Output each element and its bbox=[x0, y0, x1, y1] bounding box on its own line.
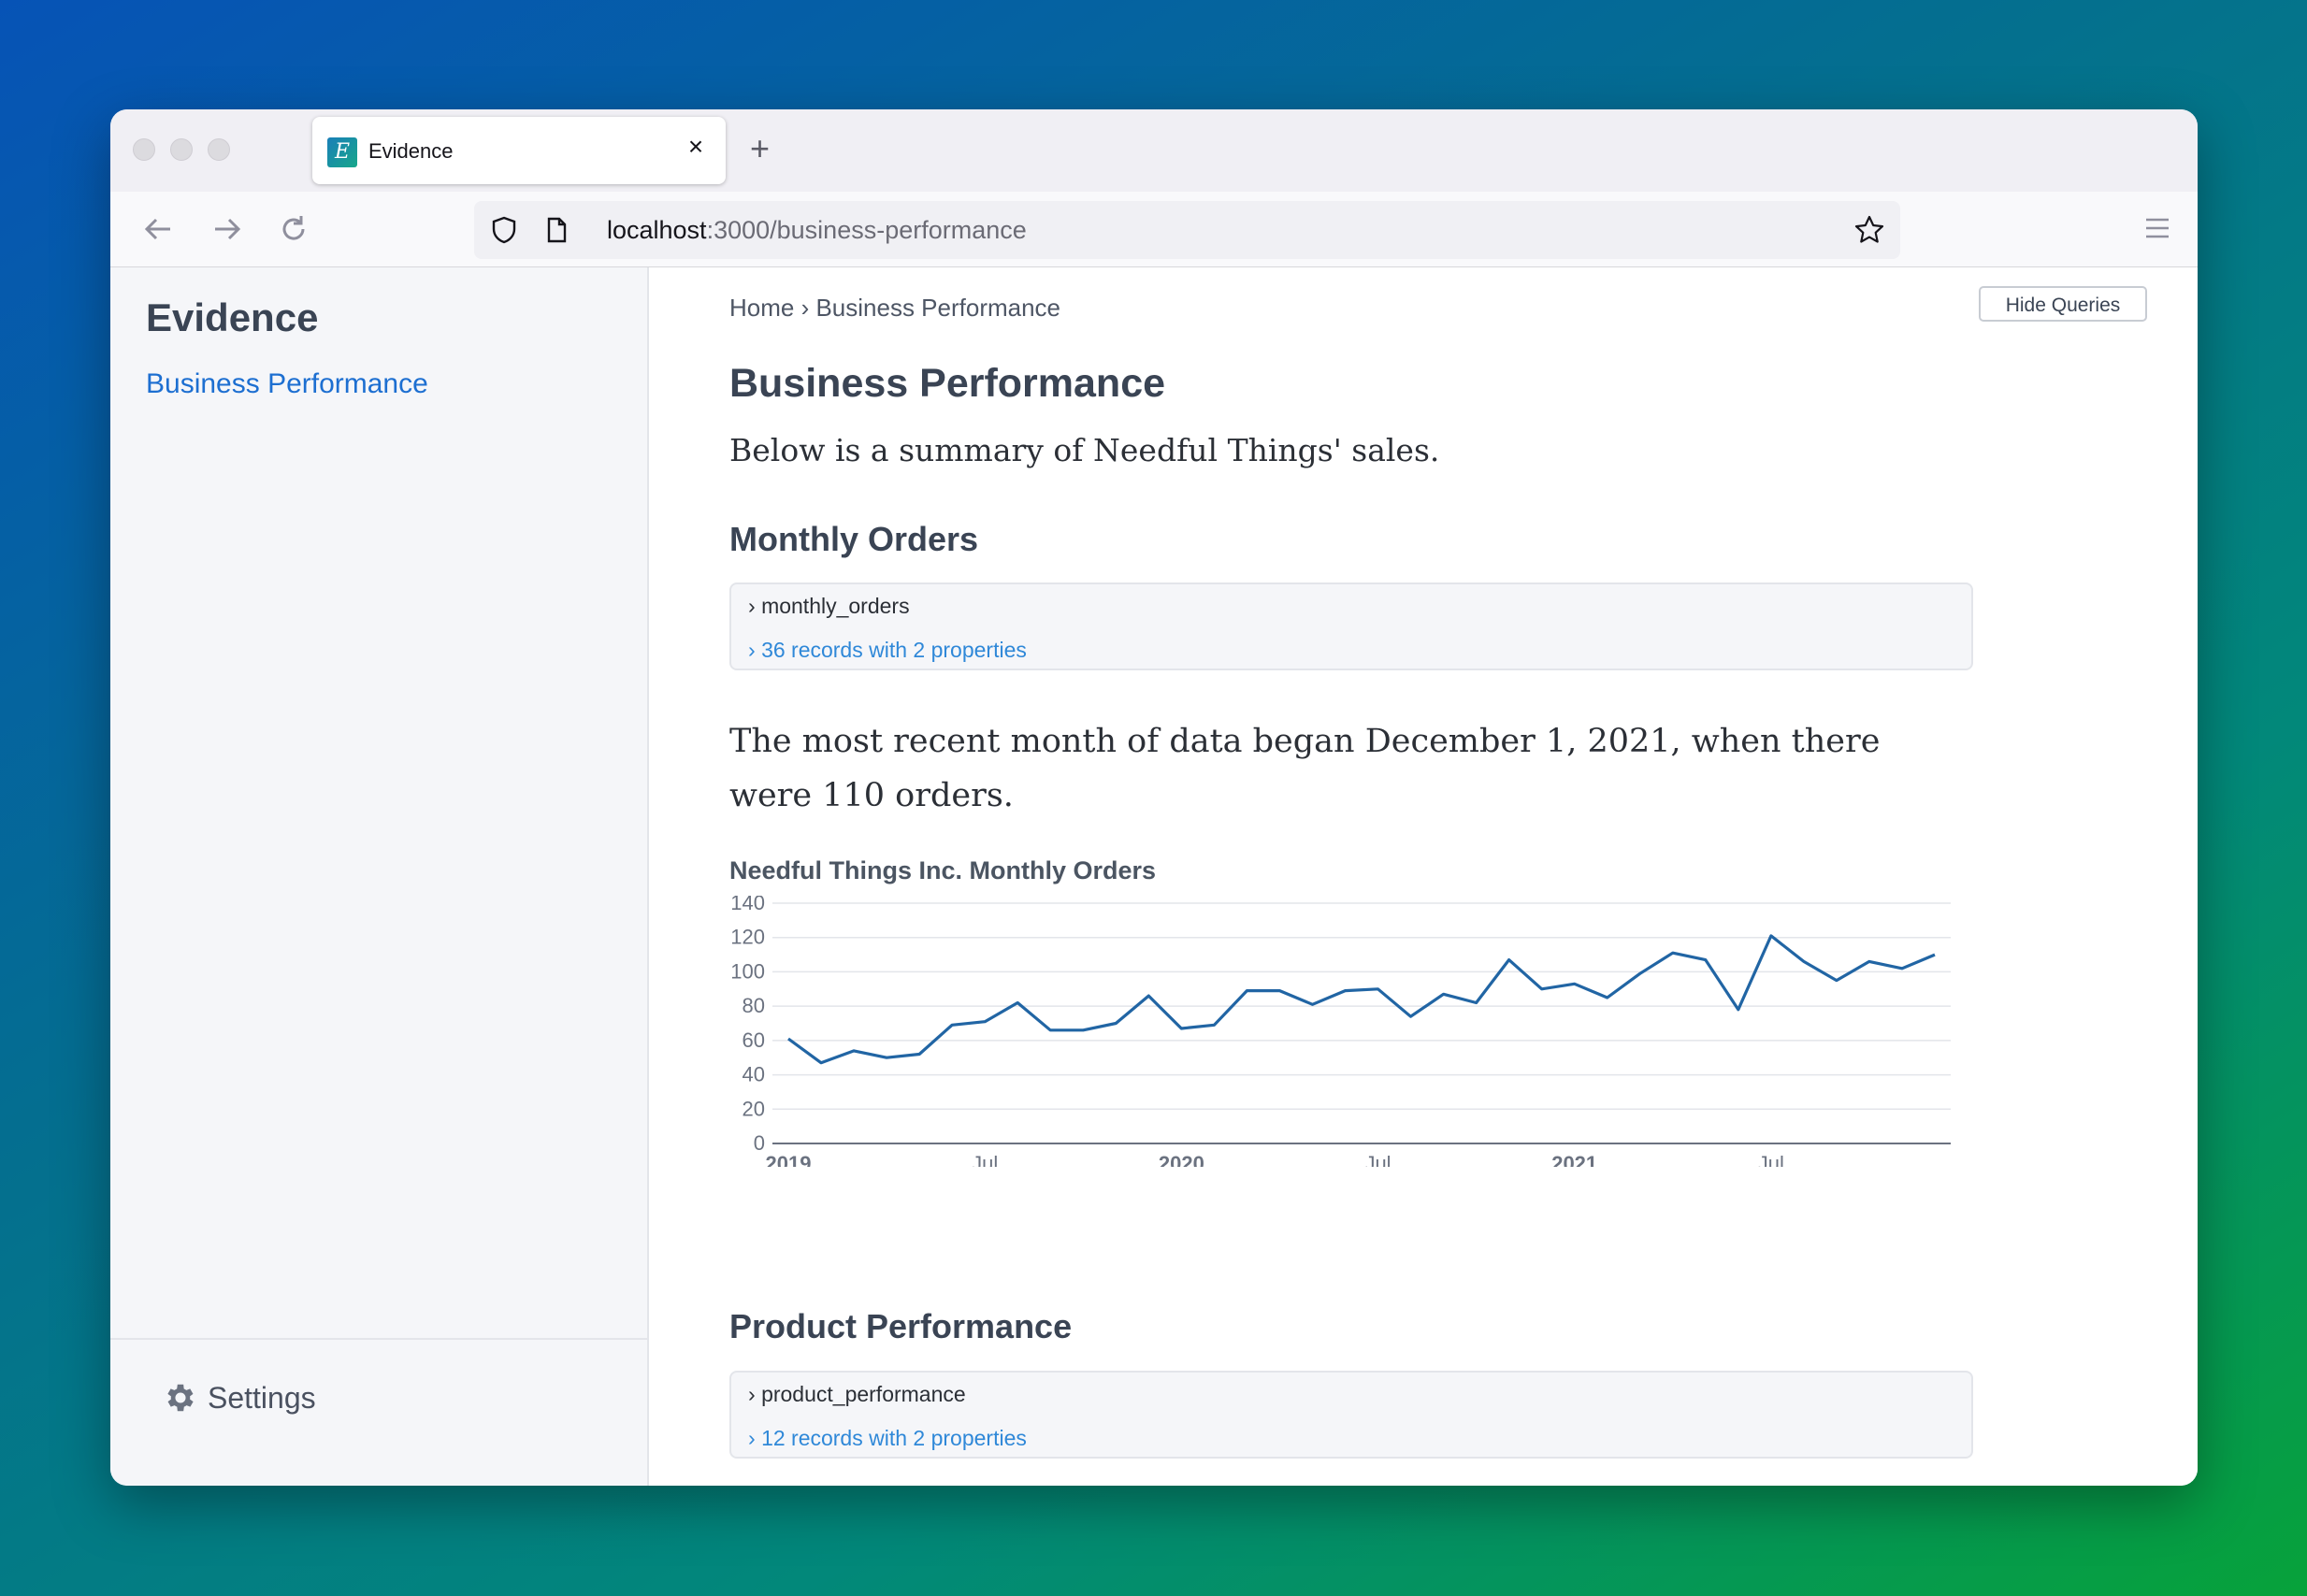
bookmark-star-icon[interactable] bbox=[1853, 214, 1885, 246]
sidebar-item-business-performance[interactable]: Business Performance bbox=[146, 368, 428, 400]
y-tick-label: 60 bbox=[743, 1028, 765, 1052]
query-name[interactable]: › monthly_orders bbox=[748, 594, 910, 619]
y-tick-label: 100 bbox=[730, 959, 765, 983]
hide-queries-button[interactable]: Hide Queries bbox=[1979, 286, 2147, 322]
y-tick-label: 0 bbox=[754, 1131, 765, 1155]
sidebar-divider bbox=[110, 1338, 647, 1340]
query-records-toggle[interactable]: › 36 records with 2 properties bbox=[748, 638, 1027, 663]
tab-title: Evidence bbox=[368, 139, 454, 163]
back-arrow-icon[interactable] bbox=[138, 208, 180, 250]
settings-link[interactable]: Settings bbox=[163, 1380, 316, 1416]
url-text[interactable]: localhost:3000/business-performance bbox=[607, 216, 1027, 245]
product-performance-heading: Product Performance bbox=[729, 1307, 1073, 1345]
intro-text: Below is a summary of Needful Things' sa… bbox=[729, 432, 1440, 468]
y-tick-label: 20 bbox=[743, 1097, 765, 1120]
main-content: Home › Business Performance Hide Queries… bbox=[649, 267, 2198, 1486]
gear-icon bbox=[167, 1384, 194, 1412]
breadcrumb[interactable]: Home › Business Performance bbox=[729, 294, 1060, 323]
browser-window: E Evidence × + localhost:3000/business-p… bbox=[110, 109, 2198, 1486]
y-tick-label: 140 bbox=[730, 896, 765, 914]
address-bar[interactable]: localhost:3000/business-performance bbox=[474, 201, 1900, 259]
zoom-window-button[interactable] bbox=[208, 138, 230, 161]
settings-label: Settings bbox=[208, 1380, 316, 1415]
close-window-button[interactable] bbox=[133, 138, 155, 161]
query-records-toggle[interactable]: › 12 records with 2 properties bbox=[748, 1426, 1027, 1451]
x-tick-label: Jul bbox=[972, 1152, 998, 1167]
hamburger-menu-icon[interactable] bbox=[2145, 216, 2170, 240]
sidebar-title: Evidence bbox=[146, 295, 319, 339]
shield-icon[interactable] bbox=[489, 215, 519, 245]
query-box-product-performance[interactable]: › product_performance › 12 records with … bbox=[729, 1371, 1973, 1459]
x-tick-label: 2021 bbox=[1551, 1152, 1597, 1167]
x-tick-label: Jul bbox=[1364, 1152, 1391, 1167]
x-tick-label: 2019 bbox=[766, 1152, 812, 1167]
y-tick-label: 80 bbox=[743, 994, 765, 1017]
monthly-orders-chart: 0 20 40 60 80 100 120 140 2019 Jul 2020 Jul 2021 Jul bbox=[730, 896, 1951, 1167]
browser-tab[interactable]: E Evidence × bbox=[312, 117, 726, 184]
reload-icon[interactable] bbox=[273, 208, 314, 250]
navigation-bar: localhost:3000/business-performance bbox=[110, 192, 2198, 267]
monthly-orders-heading: Monthly Orders bbox=[729, 520, 979, 558]
series-line bbox=[787, 934, 1936, 1065]
evidence-logo-icon: E bbox=[327, 137, 357, 167]
y-tick-label: 40 bbox=[743, 1063, 765, 1086]
chart-title: Needful Things Inc. Monthly Orders bbox=[729, 856, 1157, 884]
query-box-monthly-orders[interactable]: › monthly_orders › 36 records with 2 pro… bbox=[729, 582, 1973, 670]
forward-arrow-icon[interactable] bbox=[206, 208, 247, 250]
x-tick-label: 2020 bbox=[1159, 1152, 1204, 1167]
y-tick-label: 120 bbox=[730, 926, 765, 949]
new-tab-icon[interactable]: + bbox=[750, 132, 770, 165]
sidebar: Evidence Business Performance Settings bbox=[110, 267, 649, 1486]
page-title: Business Performance bbox=[729, 361, 1166, 406]
minimize-window-button[interactable] bbox=[170, 138, 193, 161]
summary-text: The most recent month of data began Dece… bbox=[729, 723, 1881, 814]
x-tick-label: Jul bbox=[1758, 1152, 1784, 1167]
tab-bar: E Evidence × + bbox=[110, 109, 2198, 192]
page-icon bbox=[547, 217, 567, 243]
query-name[interactable]: › product_performance bbox=[748, 1382, 966, 1407]
close-tab-icon[interactable]: × bbox=[683, 134, 709, 160]
